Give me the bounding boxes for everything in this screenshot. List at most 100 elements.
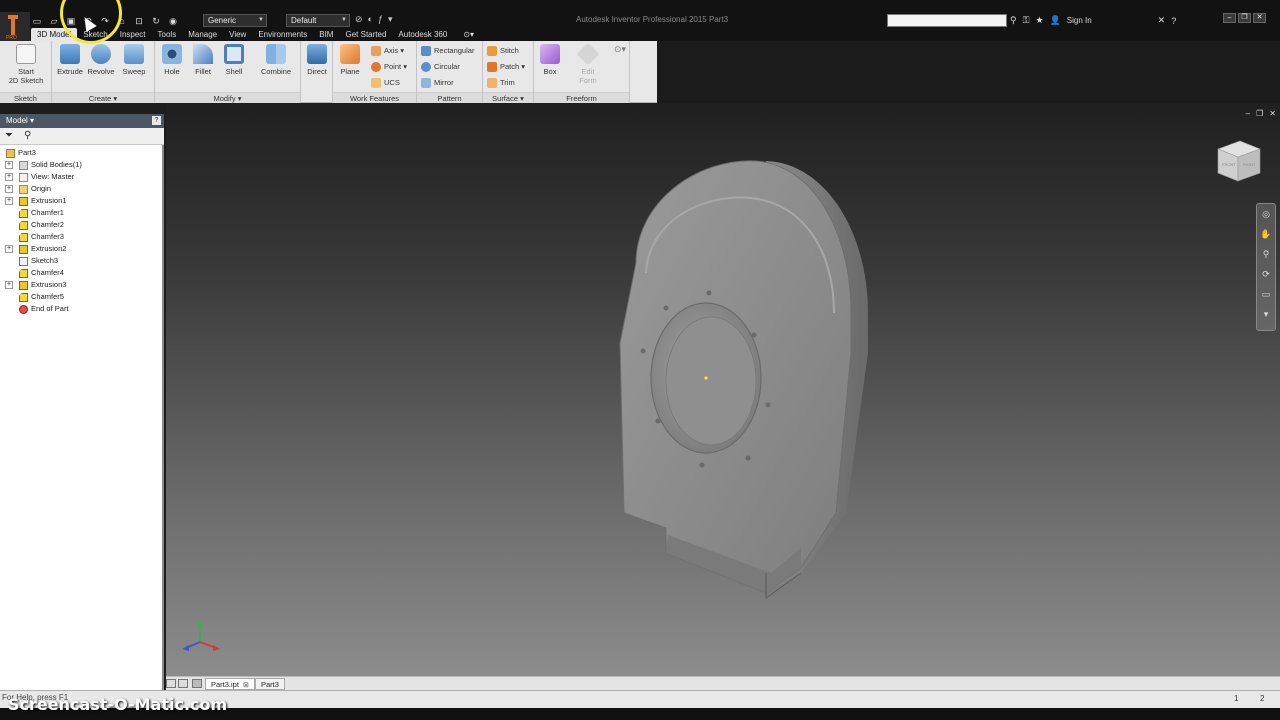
tree-node-sketch3[interactable]: Sketch3 bbox=[0, 255, 162, 267]
help-icon[interactable]: ? bbox=[152, 116, 161, 125]
tab-sketch[interactable]: Sketch bbox=[77, 28, 113, 41]
ucs-button[interactable]: UCS bbox=[371, 76, 400, 90]
tab-view[interactable]: View bbox=[223, 28, 252, 41]
graphics-viewport[interactable]: – ❐ ✕ FRONT RIGHT ◎ ✋ ⚲ ⟳ ▭ ▾ bbox=[166, 103, 1280, 676]
expand-icon[interactable]: + bbox=[5, 281, 13, 289]
new-icon[interactable]: ▭ bbox=[30, 15, 44, 27]
sign-in-link[interactable]: Sign In bbox=[1067, 16, 1092, 25]
close-icon[interactable]: ⊠ bbox=[243, 682, 249, 689]
extrude-button[interactable]: Extrude bbox=[54, 44, 86, 76]
tree-node-part3[interactable]: Part3 bbox=[0, 147, 162, 159]
document-menu-icon[interactable] bbox=[192, 679, 202, 688]
expand-icon[interactable]: + bbox=[5, 173, 13, 181]
open-icon[interactable]: ▱ bbox=[47, 15, 61, 27]
expand-icon[interactable]: + bbox=[5, 245, 13, 253]
tab-bim[interactable]: BIM bbox=[313, 28, 339, 41]
adjust-icon[interactable]: ◐ bbox=[368, 14, 373, 25]
tab-environments[interactable]: Environments bbox=[252, 28, 313, 41]
document-tab-part3-ipt[interactable]: Part3.ipt ⊠ bbox=[205, 678, 255, 690]
plane-button[interactable]: Plane bbox=[334, 44, 366, 76]
save-icon[interactable]: ▣ bbox=[64, 15, 78, 27]
browser-header[interactable]: Model ▾ ? bbox=[0, 114, 164, 128]
restore-icon[interactable]: ❐ bbox=[1238, 13, 1251, 23]
patch-button[interactable]: Patch ▾ bbox=[487, 60, 525, 74]
tab-inspect[interactable]: Inspect bbox=[114, 28, 152, 41]
exchange-apps-icon[interactable]: ✕ bbox=[1158, 15, 1166, 26]
favorites-icon[interactable]: ★ bbox=[1035, 15, 1043, 26]
material-icon[interactable]: ◉ bbox=[166, 15, 180, 27]
tree-node-extrusion2[interactable]: + Extrusion2 bbox=[0, 243, 162, 255]
tree-node-view-master[interactable]: + View: Master bbox=[0, 171, 162, 183]
help-search-input[interactable] bbox=[887, 14, 1007, 27]
help-icon[interactable]: ? bbox=[1171, 16, 1176, 26]
rectangular-pattern-button[interactable]: Rectangular bbox=[421, 44, 474, 58]
tree-node-origin[interactable]: + Origin bbox=[0, 183, 162, 195]
minimize-icon[interactable]: – bbox=[1223, 13, 1236, 23]
ribbon-minimize-icon[interactable]: ⊙▾ bbox=[614, 44, 626, 55]
user-icon[interactable]: 👤 bbox=[1050, 15, 1061, 26]
mirror-button[interactable]: Mirror bbox=[421, 76, 454, 90]
start-2d-sketch-button[interactable]: Start 2D Sketch bbox=[8, 44, 44, 85]
tree-node-end-of-part[interactable]: End of Part bbox=[0, 303, 162, 315]
find-icon[interactable]: ⚲ bbox=[24, 130, 31, 141]
tree-node-solid-bodies[interactable]: + Solid Bodies(1) bbox=[0, 159, 162, 171]
look-at-icon[interactable]: ▭ bbox=[1257, 284, 1275, 304]
steering-wheel-icon[interactable]: ◎ bbox=[1257, 204, 1275, 224]
point-button[interactable]: Point ▾ bbox=[371, 60, 407, 74]
customize-qat-icon[interactable]: ▾ bbox=[388, 14, 393, 25]
ribbon-options-icon[interactable]: ⊙▾ bbox=[453, 28, 474, 41]
tab-tools[interactable]: Tools bbox=[152, 28, 183, 41]
revolve-button[interactable]: Revolve bbox=[85, 44, 117, 76]
panel-title-sketch[interactable]: Sketch bbox=[0, 92, 51, 103]
tile-horizontal-icon[interactable] bbox=[166, 679, 176, 688]
navbar-menu-icon[interactable]: ▾ bbox=[1257, 304, 1275, 324]
viewcube[interactable]: FRONT RIGHT bbox=[1214, 139, 1264, 183]
box-button[interactable]: Box bbox=[534, 44, 566, 76]
search-icon[interactable]: ⚲ bbox=[1010, 15, 1017, 26]
tree-node-extrusion3[interactable]: + Extrusion3 bbox=[0, 279, 162, 291]
edit-form-button[interactable]: Edit Form bbox=[572, 42, 604, 85]
pan-icon[interactable]: ✋ bbox=[1257, 224, 1275, 244]
filter-icon[interactable]: ⏷ bbox=[5, 130, 13, 141]
stitch-button[interactable]: Stitch bbox=[487, 44, 519, 58]
orbit-icon[interactable]: ⟳ bbox=[1257, 264, 1275, 284]
shell-button[interactable]: Shell bbox=[218, 44, 250, 76]
tab-3d-model[interactable]: 3D Model bbox=[31, 28, 78, 41]
tile-vertical-icon[interactable] bbox=[178, 679, 188, 688]
tree-node-extrusion1[interactable]: + Extrusion1 bbox=[0, 195, 162, 207]
home-icon[interactable]: ⌂ bbox=[115, 15, 129, 27]
expand-icon[interactable]: + bbox=[5, 185, 13, 193]
expand-icon[interactable]: + bbox=[5, 197, 13, 205]
tree-node-chamfer2[interactable]: Chamfer2 bbox=[0, 219, 162, 231]
update-icon[interactable]: ↻ bbox=[149, 15, 163, 27]
tree-node-chamfer4[interactable]: Chamfer4 bbox=[0, 267, 162, 279]
parameters-icon[interactable]: ƒ bbox=[378, 14, 383, 25]
tab-get-started[interactable]: Get Started bbox=[339, 28, 392, 41]
tab-manage[interactable]: Manage bbox=[182, 28, 223, 41]
panel-title-modify[interactable]: Modify ▾ bbox=[155, 92, 300, 103]
hole-button[interactable]: Hole bbox=[156, 44, 188, 76]
close-icon[interactable]: ✕ bbox=[1253, 13, 1266, 23]
fillet-button[interactable]: Fillet bbox=[187, 44, 219, 76]
3d-part-model[interactable] bbox=[606, 153, 876, 613]
tree-node-chamfer5[interactable]: Chamfer5 bbox=[0, 291, 162, 303]
application-menu-button[interactable]: PRO bbox=[0, 12, 30, 42]
combine-button[interactable]: Combine bbox=[256, 44, 296, 76]
zoom-icon[interactable]: ⚲ bbox=[1257, 244, 1275, 264]
redo-icon[interactable]: ↷ bbox=[98, 15, 112, 27]
trim-button[interactable]: Trim bbox=[487, 76, 515, 90]
tree-node-chamfer1[interactable]: Chamfer1 bbox=[0, 207, 162, 219]
select-icon[interactable]: ⊡ bbox=[132, 15, 146, 27]
material-combo[interactable]: Generic ▼ bbox=[203, 14, 267, 27]
minimize-icon[interactable]: – bbox=[1246, 109, 1250, 118]
appearance-combo[interactable]: Default ▼ bbox=[286, 14, 350, 27]
axis-button[interactable]: Axis ▾ bbox=[371, 44, 404, 58]
close-icon[interactable]: ✕ bbox=[1269, 109, 1276, 118]
subscription-icon[interactable]: ⚿ bbox=[1023, 15, 1030, 26]
panel-title-create[interactable]: Create ▾ bbox=[52, 92, 154, 103]
expand-icon[interactable]: + bbox=[5, 161, 13, 169]
document-tab-part3[interactable]: Part3 bbox=[255, 678, 285, 690]
restore-icon[interactable]: ❐ bbox=[1256, 109, 1263, 118]
tab-autodesk-360[interactable]: Autodesk 360 bbox=[392, 28, 453, 41]
circular-pattern-button[interactable]: Circular bbox=[421, 60, 460, 74]
